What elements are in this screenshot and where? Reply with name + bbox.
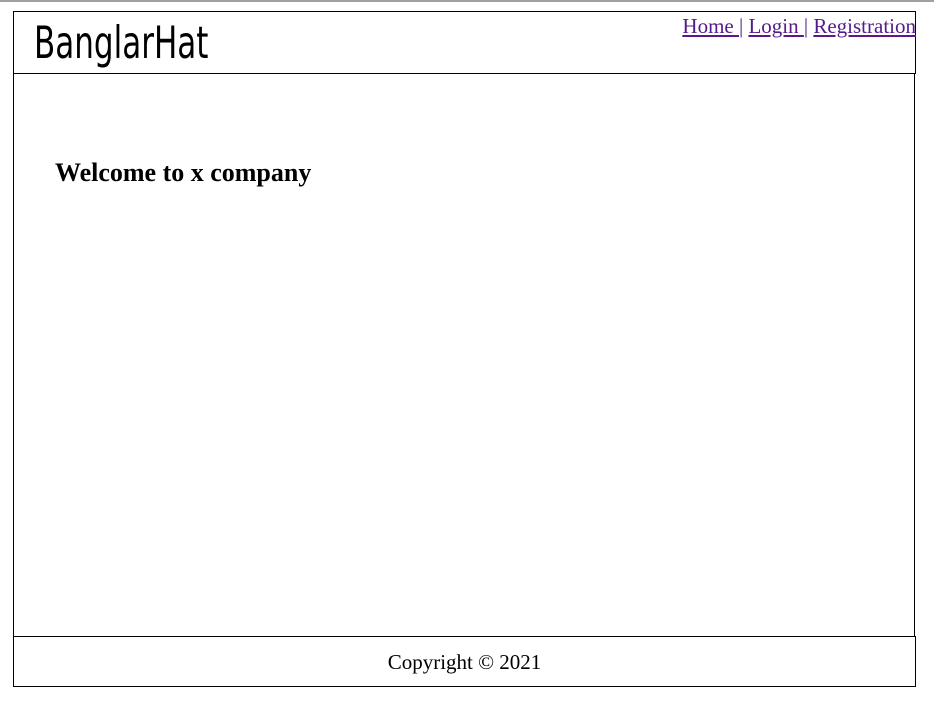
nav-link-login[interactable]: Login bbox=[748, 14, 803, 38]
nav-link-registration[interactable]: Registration bbox=[813, 14, 916, 38]
site-header: BanglarHat Home | Login | Registration bbox=[13, 11, 916, 74]
main-content: Welcome to x company bbox=[13, 73, 915, 636]
copyright-text: Copyright © 2021 bbox=[387, 650, 542, 674]
site-logo[interactable]: BanglarHat bbox=[34, 12, 224, 70]
welcome-heading: Welcome to x company bbox=[55, 158, 312, 187]
nav-separator: | bbox=[738, 14, 744, 38]
top-nav: Home | Login | Registration bbox=[682, 13, 916, 39]
browser-top-line bbox=[0, 0, 934, 2]
logo-text: BanglarHat bbox=[34, 19, 208, 70]
nav-separator: | bbox=[803, 14, 809, 38]
site-footer: Copyright © 2021 bbox=[13, 636, 916, 687]
nav-link-home[interactable]: Home bbox=[682, 14, 739, 38]
